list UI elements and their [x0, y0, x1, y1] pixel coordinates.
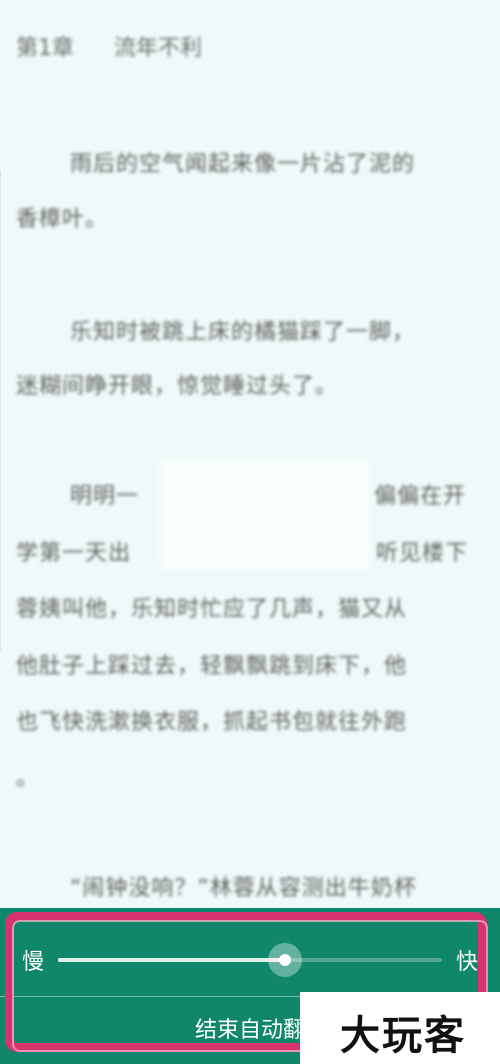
text-line: “闹钟没响？”林蓉从容测出牛奶杯 [70, 876, 417, 901]
text-line: 明明一 [70, 484, 140, 509]
text-line: 也飞快洗漱换衣服，抓起书包就往外跑 [16, 710, 408, 735]
text-line: 偏偏在开 [374, 484, 467, 509]
text-line: 学第一天出 [16, 541, 132, 566]
text-line: 蓉姨叫他，乐知时忙应了几声，猫又从 [16, 597, 408, 622]
reader-page[interactable]: 第1章 流年不利 雨后的空气闻起来像一片沾了泥的 香樟叶。 乐知时被跳上床的橘猫踩… [0, 0, 500, 1064]
chapter-name: 流年不利 [114, 36, 203, 61]
text-line: 迷糊间睁开眼，惊觉睡过头了。 [16, 374, 339, 399]
chapter-title: 第1章 流年不利 [16, 30, 202, 62]
text-line: 听见楼下 [376, 541, 469, 566]
text-line: 香樟叶。 [16, 207, 109, 232]
text-line: 。 [16, 766, 40, 791]
text-line: 他肚子上踩过去，轻飘飘跳到床下，他 [16, 654, 408, 679]
text-occluder [160, 460, 370, 570]
chapter-number: 第1章 [16, 36, 74, 61]
text-line: 雨后的空气闻起来像一片沾了泥的 [70, 152, 416, 177]
watermark-logo: 大玩客 [340, 1012, 466, 1059]
text-line: 乐知时被跳上床的橘猫踩了一脚， [70, 320, 416, 345]
page-curl-edge [0, 170, 11, 650]
